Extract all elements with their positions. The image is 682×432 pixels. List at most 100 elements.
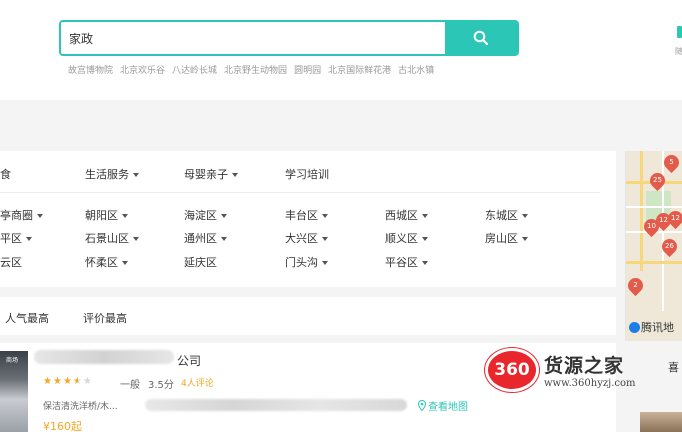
view-map-label: 查看地图 [428,402,468,413]
address-redacted [145,399,407,411]
filter-panel: 食 生活服务 母婴亲子 学习培训 亭商圈 朝阳区 海淀区 丰台区 西城区 东城区… [0,151,616,287]
header-right-icon[interactable] [677,26,682,38]
district-label: 西城区 [385,209,418,222]
district-label: 通州区 [184,232,217,245]
category-item[interactable]: 生活服务 [85,166,139,182]
district-label: 门头沟 [285,256,318,269]
watermark-logo: 360 [488,351,536,389]
sort-bar: 人气最高 评价最高 [0,297,616,335]
caret-down-icon [122,261,128,265]
hot-keyword[interactable]: 故宫博物院 [68,63,113,76]
map-marker[interactable]: 26 [658,235,681,258]
marker-label: 12 [671,214,680,222]
hot-keyword[interactable]: 八达岭长城 [172,63,217,76]
marker-label: 10 [647,222,656,230]
caret-down-icon [133,237,139,241]
district-item[interactable]: 通州区 [184,230,227,246]
star-icon: ★ [62,376,73,387]
hot-keyword[interactable]: 圆明园 [294,63,321,76]
district-label: 朝阳区 [85,209,118,222]
listing-address: 保洁清洗洋桥/木... [43,402,118,412]
marker-label: 2 [633,281,638,289]
district-item[interactable]: 门头沟 [285,254,328,270]
district-label: 海淀区 [184,209,217,222]
star-icon: ★ [82,376,93,387]
district-label: 延庆区 [184,256,217,269]
district-item[interactable]: 平区 [0,230,32,246]
caret-down-icon [422,214,428,218]
district-label: 云区 [0,256,22,269]
header: 故宫博物院 北京欢乐谷 八达岭长城 北京野生动物园 圆明园 北京国际鲜花港 古北… [0,0,682,100]
district-label: 丰台区 [285,209,318,222]
district-item[interactable]: 大兴区 [285,230,328,246]
caret-down-icon [322,214,328,218]
watermark-title: 货源之家 [544,355,625,377]
hot-keyword[interactable]: 北京国际鲜花港 [328,63,391,76]
district-label: 东城区 [485,209,518,222]
district-label: 顺义区 [385,232,418,245]
rating-label: 一般 [120,380,140,391]
district-item[interactable]: 云区 [0,254,22,270]
caret-down-icon [232,173,238,177]
category-item[interactable]: 母婴亲子 [184,166,238,182]
half-star-icon: ★ [72,376,83,387]
district-label: 石景山区 [85,232,129,245]
category-label: 母婴亲子 [184,168,228,181]
view-map-link[interactable]: 查看地图 [418,398,468,413]
district-item[interactable]: 亭商圈 [0,207,43,223]
map-marker[interactable]: 12 [664,207,682,230]
map-road [626,261,682,264]
map-marker[interactable]: 25 [646,169,669,192]
sort-popularity[interactable]: 人气最高 [5,310,49,326]
category-item[interactable]: 食 [0,166,11,182]
marker-label: 26 [665,242,674,250]
caret-down-icon [322,261,328,265]
listing-name[interactable]: 公司 [177,352,201,369]
district-item[interactable]: 平谷区 [385,254,428,270]
district-item[interactable]: 顺义区 [385,230,428,246]
location-pin-icon [418,400,426,411]
map-marker[interactable]: 5 [660,151,682,174]
map-marker[interactable]: 2 [626,274,647,297]
search-button[interactable] [445,22,517,54]
district-item[interactable]: 房山区 [485,230,528,246]
right-thumbnail[interactable] [640,412,682,432]
caret-down-icon [122,214,128,218]
caret-down-icon [221,214,227,218]
district-item[interactable]: 怀柔区 [85,254,128,270]
tencent-map-icon [629,321,640,333]
district-item[interactable]: 丰台区 [285,207,328,223]
district-item[interactable]: 东城区 [485,207,528,223]
caret-down-icon [26,237,32,241]
map-provider-label: 腾讯地 [641,321,674,334]
watermark: 360 货源之家 www.360hyzj.com [488,351,636,389]
caret-down-icon [37,214,43,218]
hot-keyword[interactable]: 北京野生动物园 [224,63,287,76]
map-road [626,206,682,208]
category-label: 食 [0,168,11,181]
map-provider-logo: 腾讯地 [629,319,674,335]
category-label: 生活服务 [85,168,129,181]
map-marker[interactable]: 10 [640,215,663,238]
thumbnail-tag: 商场 [6,357,19,364]
district-item[interactable]: 西城区 [385,207,428,223]
search-box [59,20,519,56]
district-label: 怀柔区 [85,256,118,269]
sort-rating[interactable]: 评价最高 [83,310,127,326]
star-rating: ★★★★★ [43,376,93,387]
review-count-link[interactable]: 4人评论 [181,376,214,389]
district-item[interactable]: 海淀区 [184,207,227,223]
listing-thumbnail[interactable]: 商场 [0,351,28,432]
header-right-text: 随 [675,47,682,56]
search-input[interactable] [61,22,445,54]
hot-keyword[interactable]: 古北水镇 [398,63,434,76]
category-item[interactable]: 学习培训 [285,166,329,182]
district-item[interactable]: 朝阳区 [85,207,128,223]
hot-keyword[interactable]: 北京欢乐谷 [120,63,165,76]
map-panel[interactable]: 5 25 12 12 10 26 2 腾讯地 [625,151,682,341]
district-item[interactable]: 石景山区 [85,230,139,246]
caret-down-icon [322,237,328,241]
star-icon: ★ [43,376,53,387]
marker-label: 25 [653,176,662,184]
district-item[interactable]: 延庆区 [184,254,217,270]
